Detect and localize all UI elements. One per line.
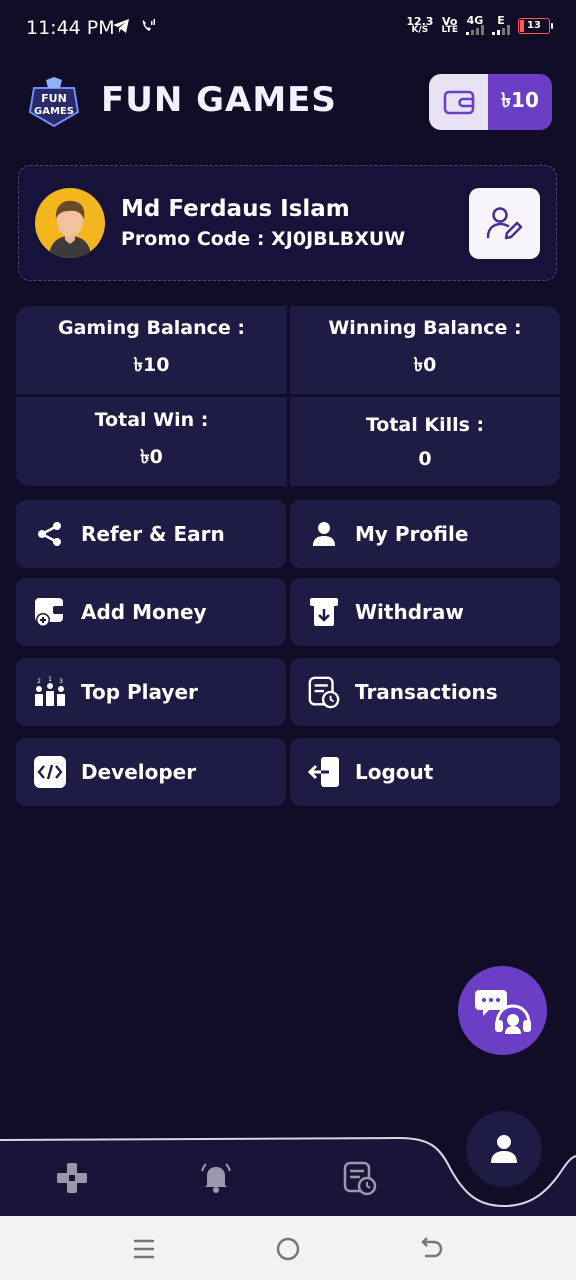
recent-apps-button[interactable]: [129, 1234, 159, 1264]
leaderboard-icon: 213: [33, 675, 67, 709]
my-profile-button[interactable]: My Profile: [290, 500, 560, 568]
svg-text:3: 3: [59, 678, 63, 685]
add-money-icon: [33, 595, 67, 629]
transactions-icon: [307, 675, 341, 709]
wifi-calling-icon: [142, 19, 155, 31]
stat-value: ৳10: [133, 354, 170, 376]
signal-4g-icon: 4G: [466, 15, 484, 35]
stat-value: ৳0: [140, 445, 163, 468]
home-circle-icon: [276, 1237, 300, 1261]
volte-indicator: Vo LTE: [441, 14, 458, 35]
stats-grid: Gaming Balance : ৳10 Winning Balance : ৳…: [16, 306, 560, 486]
logo-text-games: GAMES: [34, 106, 74, 117]
user-icon: [307, 517, 341, 551]
svg-text:2: 2: [37, 678, 41, 685]
stat-value: ৳0: [413, 354, 437, 376]
add-money-button[interactable]: Add Money: [16, 578, 286, 646]
app-title: FUN GAMES: [101, 80, 337, 120]
logout-button[interactable]: Logout: [290, 738, 560, 806]
telegram-icon: [113, 19, 129, 33]
avatar: [35, 188, 105, 258]
top-player-button[interactable]: 213 Top Player: [16, 658, 286, 726]
support-headset-icon: [474, 989, 531, 1034]
nav-games[interactable]: [52, 1158, 92, 1198]
nav-transactions[interactable]: [340, 1158, 380, 1198]
logo-text-fun: FUN: [41, 92, 67, 105]
nav-notifications[interactable]: [196, 1158, 236, 1198]
stat-label: Total Win :: [94, 408, 209, 431]
share-icon: [33, 517, 67, 551]
withdraw-icon: [307, 595, 341, 629]
total-win-stat: Total Win : ৳0: [16, 397, 287, 486]
user-icon: [491, 1135, 517, 1163]
wallet-icon-area: [429, 74, 488, 130]
stat-value: 0: [418, 447, 432, 470]
status-bar: 11:44 PM 12.3 K/S Vo LTE 4G E 13: [0, 0, 576, 58]
menu-label: Add Money: [81, 600, 207, 624]
menu-label: Refer & Earn: [81, 522, 225, 546]
stat-label: Gaming Balance :: [58, 317, 245, 339]
home-button[interactable]: [273, 1234, 303, 1264]
support-chat-button[interactable]: [458, 966, 547, 1055]
menu-label: My Profile: [355, 522, 469, 546]
menu-label: Logout: [355, 760, 434, 784]
transactions-icon: [343, 1161, 377, 1196]
code-icon: [33, 755, 67, 789]
network-speed: 12.3 K/S: [406, 14, 434, 35]
battery-icon: 13: [518, 17, 553, 34]
withdraw-button[interactable]: Withdraw: [290, 578, 560, 646]
back-arrow-icon: [421, 1237, 443, 1258]
status-notification-icons: [112, 18, 156, 34]
nav-profile[interactable]: [466, 1111, 542, 1187]
wallet-icon: [443, 90, 474, 115]
menu-label: Top Player: [81, 680, 198, 704]
signal-e-icon: E: [492, 15, 510, 35]
user-edit-icon: [486, 206, 522, 239]
status-system-icons: 12.3 K/S Vo LTE 4G E 13: [406, 14, 553, 35]
promo-code[interactable]: Promo Code : XJ0JBLBXUW: [121, 228, 405, 250]
status-time: 11:44 PM: [26, 17, 115, 39]
gaming-balance-stat: Gaming Balance : ৳10: [16, 306, 287, 394]
wallet-balance-button[interactable]: ৳10: [429, 74, 552, 130]
menu-label: Transactions: [355, 680, 498, 704]
total-kills-stat: Total Kills : 0: [290, 397, 560, 486]
fun-games-logo: FUN GAMES: [28, 77, 80, 128]
back-button[interactable]: [417, 1234, 447, 1264]
menu-label: Developer: [81, 760, 197, 784]
bell-icon: [201, 1163, 231, 1193]
gamepad-icon: [57, 1163, 87, 1193]
logout-icon: [307, 755, 341, 789]
refer-earn-button[interactable]: Refer & Earn: [16, 500, 286, 568]
edit-profile-button[interactable]: [469, 188, 540, 259]
developer-button[interactable]: Developer: [16, 738, 286, 806]
profile-name: Md Ferdaus Islam: [121, 196, 350, 222]
profile-card: Md Ferdaus Islam Promo Code : XJ0JBLBXUW: [18, 165, 557, 281]
transactions-button[interactable]: Transactions: [290, 658, 560, 726]
menu-lines-icon: [134, 1239, 154, 1259]
svg-text:1: 1: [48, 676, 52, 683]
menu-label: Withdraw: [355, 600, 464, 624]
wallet-amount: ৳10: [488, 74, 552, 130]
stat-label: Winning Balance :: [328, 317, 522, 339]
stat-label: Total Kills :: [365, 413, 485, 436]
winning-balance-stat: Winning Balance : ৳0: [290, 306, 560, 394]
system-navigation-bar: [0, 1216, 576, 1280]
